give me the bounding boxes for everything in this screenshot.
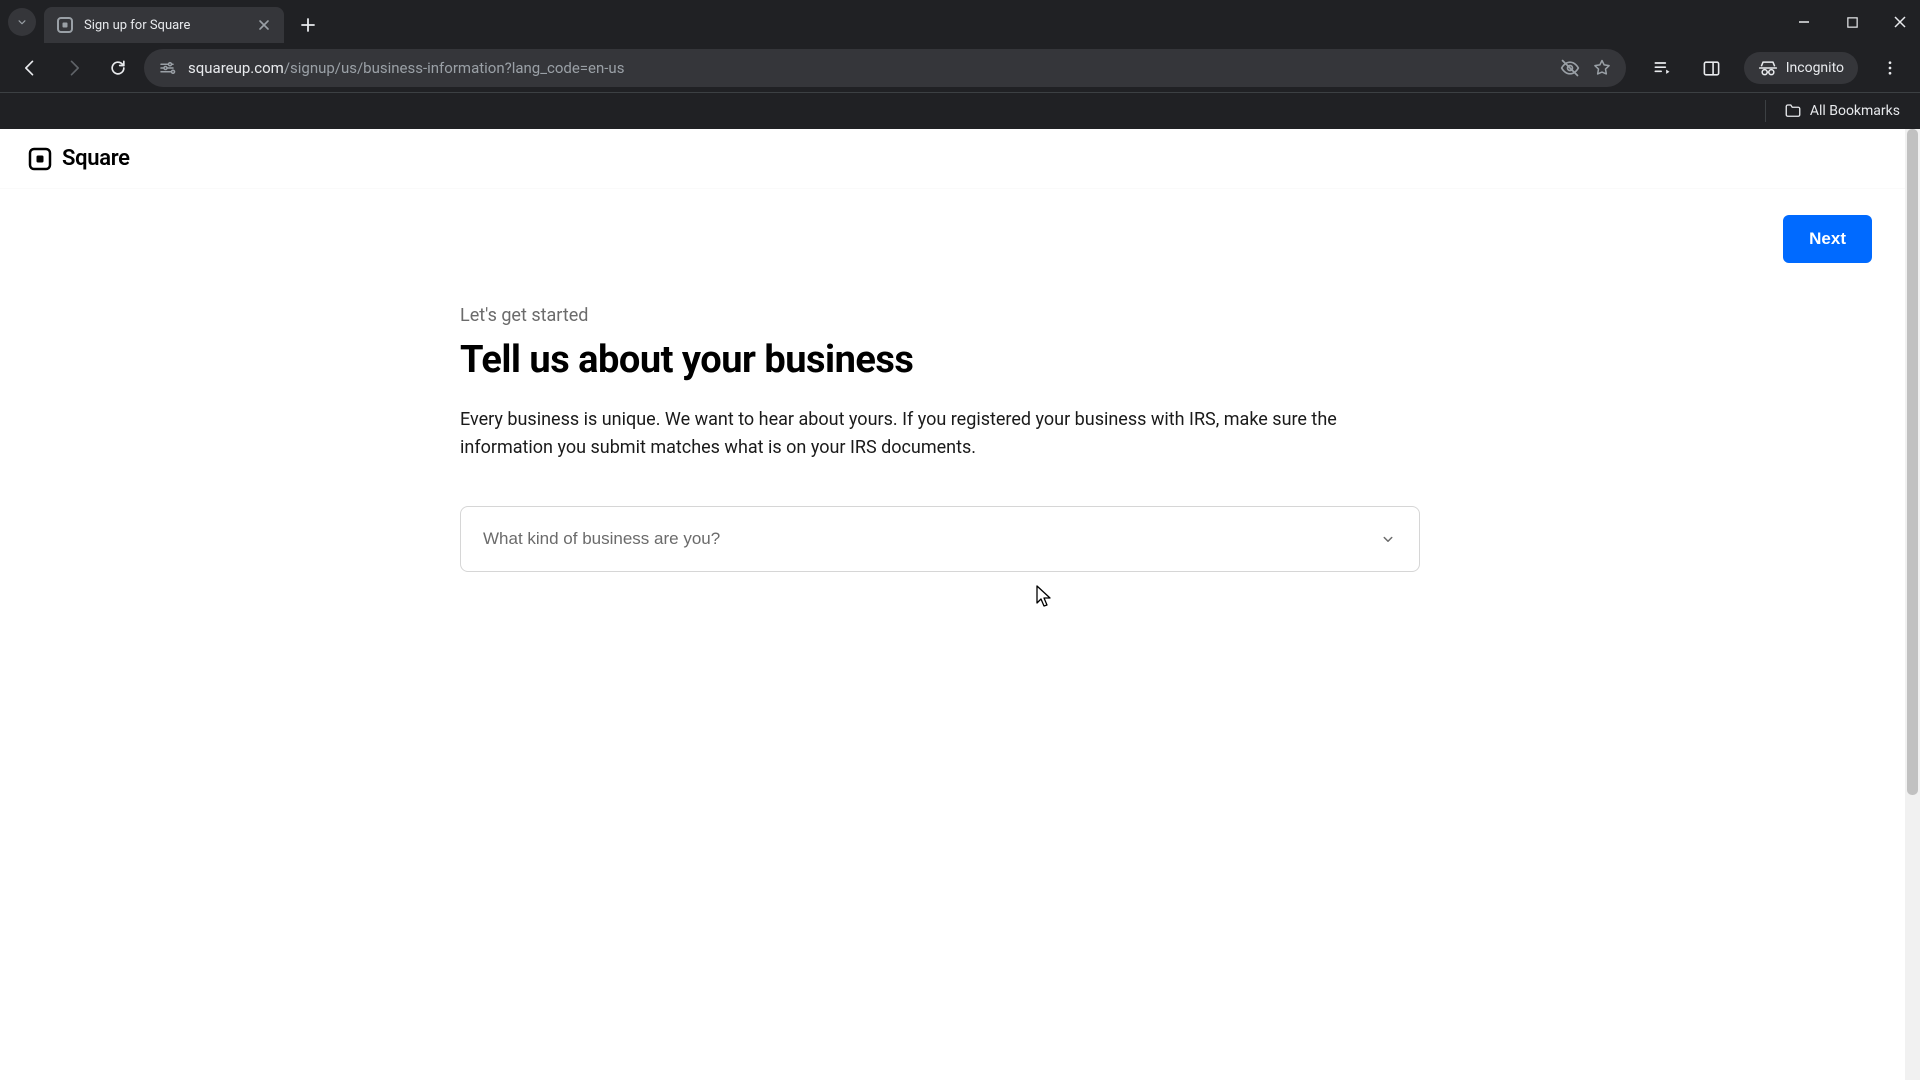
incognito-label: Incognito	[1786, 60, 1844, 76]
forward-button[interactable]	[56, 50, 92, 86]
url-text: squareup.com/signup/us/business-informat…	[188, 59, 1548, 77]
playlist-icon	[1652, 58, 1672, 78]
divider	[1765, 100, 1766, 122]
square-logo[interactable]: Square	[28, 146, 130, 171]
back-button[interactable]	[12, 50, 48, 86]
page-content: Square Next Let's get started Tell us ab…	[0, 129, 1920, 1080]
tune-icon	[158, 59, 176, 77]
scrollbar[interactable]	[1905, 129, 1920, 1080]
reload-icon	[108, 58, 128, 78]
scrollbar-thumb[interactable]	[1907, 129, 1918, 795]
browser-tab[interactable]: Sign up for Square	[44, 7, 284, 43]
eye-off-icon	[1560, 58, 1580, 78]
page-headline: Tell us about your business	[460, 338, 1410, 382]
square-logo-icon	[28, 147, 52, 171]
chevron-down-icon	[15, 15, 29, 29]
panel-icon	[1702, 59, 1721, 78]
url-domain: squareup.com	[188, 59, 284, 77]
kebab-icon	[1881, 59, 1899, 77]
tab-title: Sign up for Square	[84, 18, 246, 33]
next-button[interactable]: Next	[1783, 215, 1872, 263]
tab-strip: Sign up for Square	[0, 0, 1920, 44]
business-type-select[interactable]: What kind of business are you?	[460, 506, 1420, 572]
business-type-field: What kind of business are you?	[460, 506, 1420, 572]
brand-name: Square	[62, 146, 130, 171]
chevron-down-icon	[1379, 530, 1397, 548]
business-type-placeholder: What kind of business are you?	[483, 529, 720, 549]
plus-icon	[301, 18, 315, 32]
browser-chrome: Sign up for Square	[0, 0, 1920, 129]
app-header: Square	[0, 129, 1920, 189]
window-minimize-button[interactable]	[1792, 10, 1816, 34]
bookmark-button[interactable]	[1592, 58, 1612, 78]
all-bookmarks-label: All Bookmarks	[1810, 103, 1900, 119]
kicker-text: Let's get started	[460, 305, 1410, 326]
close-icon	[1893, 15, 1907, 29]
browser-toolbar: squareup.com/signup/us/business-informat…	[0, 44, 1920, 92]
minimize-icon	[1797, 15, 1811, 29]
window-maximize-button[interactable]	[1840, 10, 1864, 34]
star-icon	[1592, 58, 1612, 78]
cursor-icon	[1036, 585, 1054, 609]
incognito-icon	[1758, 58, 1778, 78]
tab-search-button[interactable]	[8, 8, 36, 36]
window-close-button[interactable]	[1888, 10, 1912, 34]
maximize-icon	[1846, 16, 1859, 29]
form-content: Let's get started Tell us about your bus…	[460, 285, 1410, 572]
toolbar-right: Incognito	[1644, 50, 1908, 86]
side-panel-button[interactable]	[1694, 50, 1730, 86]
toggle-tracking-button[interactable]	[1560, 58, 1580, 78]
arrow-left-icon	[20, 58, 40, 78]
bookmarks-bar: All Bookmarks	[0, 92, 1920, 129]
reload-button[interactable]	[100, 50, 136, 86]
new-tab-button[interactable]	[294, 11, 322, 39]
incognito-indicator[interactable]: Incognito	[1744, 52, 1858, 84]
arrow-right-icon	[64, 58, 84, 78]
browser-menu-button[interactable]	[1872, 50, 1908, 86]
folder-icon	[1784, 102, 1802, 120]
tab-close-button[interactable]	[256, 17, 272, 33]
close-icon	[258, 19, 270, 31]
all-bookmarks-button[interactable]: All Bookmarks	[1784, 102, 1900, 120]
site-info-button[interactable]	[158, 59, 176, 77]
window-controls	[1792, 0, 1912, 44]
media-control-button[interactable]	[1644, 50, 1680, 86]
favicon-icon	[56, 16, 74, 34]
url-path: /signup/us/business-information?lang_cod…	[284, 59, 625, 77]
address-bar[interactable]: squareup.com/signup/us/business-informat…	[144, 49, 1626, 87]
action-row: Next	[0, 189, 1920, 285]
page-description: Every business is unique. We want to hea…	[460, 406, 1380, 462]
